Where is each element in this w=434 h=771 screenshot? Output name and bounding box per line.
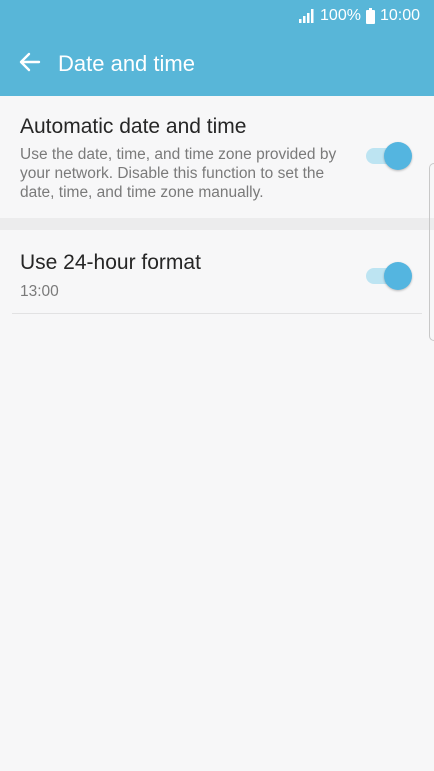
settings-list: Automatic date and time Use the date, ti… [0,96,434,771]
automatic-date-time-toggle[interactable] [366,142,412,170]
setting-24-hour-format[interactable]: Use 24-hour format 13:00 [12,230,422,314]
setting-description: Use the date, time, and time zone provid… [20,146,337,201]
edge-panel-handle[interactable] [429,163,434,341]
battery-percent: 100% [320,7,361,24]
setting-title: Automatic date and time [20,115,247,138]
app-bar: Date and time [0,32,434,96]
section-divider [0,218,434,230]
setting-automatic-date-time[interactable]: Automatic date and time Use the date, ti… [0,96,434,218]
status-bar: 100% 10:00 [0,0,434,32]
setting-title: Use 24-hour format [20,251,201,274]
arrow-left-icon [19,52,41,77]
24-hour-format-toggle[interactable] [366,262,412,290]
toggle-thumb [384,262,412,290]
signal-icon [298,9,316,23]
back-button[interactable] [14,48,46,80]
status-indicators: 100% 10:00 [298,6,420,26]
setting-summary: 13:00 [20,283,59,300]
battery-icon [365,8,375,24]
page-title: Date and time [58,51,195,76]
clock: 10:00 [379,7,420,24]
toggle-thumb [384,142,412,170]
